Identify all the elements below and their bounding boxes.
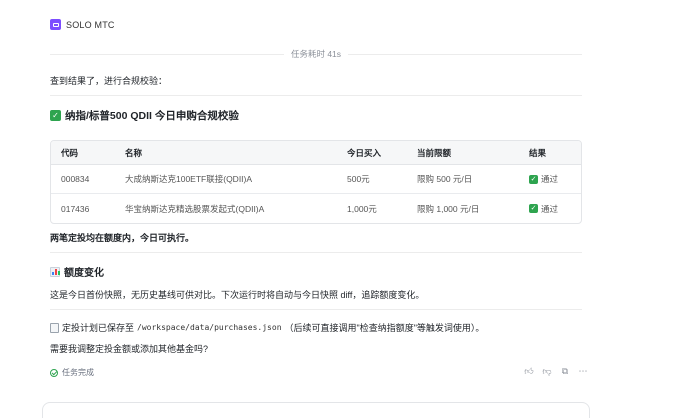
col-header-buy: 今日买入	[337, 141, 407, 165]
chat-input-box[interactable]	[42, 402, 590, 418]
divider	[50, 309, 582, 310]
result-text: 通过	[541, 203, 559, 214]
col-header-result: 结果	[519, 141, 581, 165]
cell-limit: 限购 500 元/日	[407, 165, 519, 194]
cell-result: ✓ 通过	[519, 194, 581, 223]
saved-prefix: 定投计划已保存至	[62, 323, 135, 333]
cell-buy: 1,000元	[347, 203, 377, 214]
saved-suffix: （后续可直接调用"检查纳指额度"等触发词使用）。	[284, 323, 485, 333]
app-header: SOLO MTC	[50, 19, 115, 30]
brand-name: SOLO MTC	[66, 19, 115, 30]
table-row: 017436 华宝纳斯达克精选股票发起式(QDII)A 1,000元 限购 1,…	[51, 194, 581, 223]
section-title-compliance: ✓ 纳指/标普500 QDII 今日申购合规校验	[50, 108, 239, 123]
section-title-text: 额度变化	[64, 268, 104, 279]
memo-icon	[50, 322, 59, 333]
cell-code: 017436	[61, 203, 90, 214]
divider	[50, 95, 582, 96]
section-title-text: 纳指/标普500 QDII 今日申购合规校验	[65, 110, 239, 122]
cell-limit: 限购 1,000 元/日	[417, 203, 480, 214]
check-icon: ✓	[529, 174, 538, 184]
cell-name: 大成纳斯达克100ETF联接(QDII)A	[115, 165, 337, 194]
summary-text: 两笔定投均在额度内，今日可执行。	[50, 233, 195, 243]
compliance-table: 代码 名称 今日买入 当前限额 结果 000834 大成纳斯达克100ETF联接…	[50, 140, 582, 224]
thumbs-down-icon[interactable]: 👎︎	[542, 366, 552, 376]
status-text: 任务完成	[62, 368, 94, 377]
check-icon: ✓	[50, 110, 61, 121]
task-time: 任务耗时 41s	[290, 49, 342, 59]
table-header-row: 代码 名称 今日买入 当前限额 结果	[51, 141, 581, 165]
thumbs-up-icon[interactable]: 👍︎	[524, 366, 534, 376]
task-status: 任务完成	[50, 367, 94, 378]
check-icon: ✓	[529, 204, 538, 213]
saved-path: /workspace/data/purchases.json	[137, 323, 282, 332]
section-title-quota: 额度变化	[50, 264, 104, 279]
divider	[50, 252, 582, 253]
table-row: 000834 大成纳斯达克100ETF联接(QDII)A 500元 限购 500…	[51, 165, 581, 194]
bar-chart-icon	[50, 266, 60, 277]
followup-question: 需要我调整定投金额或添加其他基金吗?	[50, 344, 209, 354]
copy-icon[interactable]: ⧉	[560, 366, 570, 376]
task-time-divider: 任务耗时 41s	[50, 47, 583, 61]
cell-result: ✓ 通过	[519, 165, 581, 194]
col-header-name: 名称	[115, 141, 337, 165]
col-header-limit: 当前限额	[407, 141, 519, 165]
saved-plan-note: 定投计划已保存至 /workspace/data/purchases.json …	[50, 321, 484, 334]
monitor-icon	[50, 19, 61, 30]
check-circle-icon	[50, 368, 58, 377]
cell-code: 000834	[51, 165, 115, 194]
col-header-code: 代码	[51, 141, 115, 165]
quota-description: 这是今日首份快照，无历史基线可供对比。下次运行时将自动与今日快照 diff，追踪…	[50, 290, 425, 300]
more-icon[interactable]: ⋯	[578, 366, 588, 376]
intro-text: 查到结果了，进行合规校验：	[50, 76, 168, 86]
message-actions: 👍︎ 👎︎ ⧉ ⋯	[524, 366, 588, 376]
cell-buy: 500元	[337, 165, 407, 194]
result-text: 通过	[541, 174, 559, 184]
cell-name: 华宝纳斯达克精选股票发起式(QDII)A	[125, 203, 265, 214]
